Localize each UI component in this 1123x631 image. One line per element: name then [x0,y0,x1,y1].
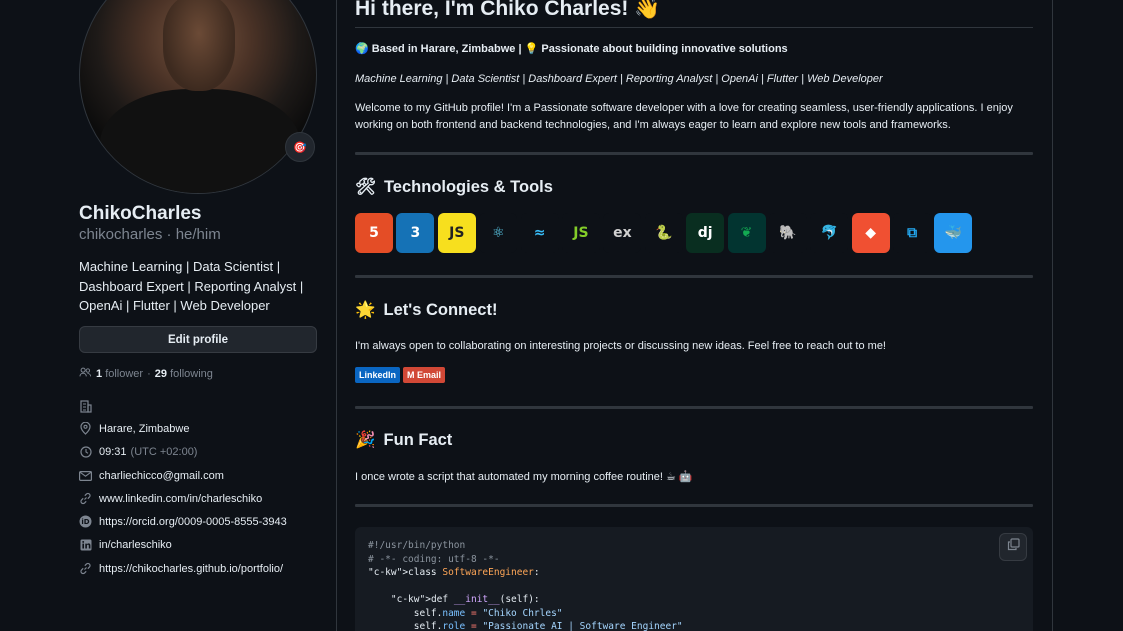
fun-fact-heading: 🎉 Fun Fact [355,430,452,450]
linkedin-item[interactable]: in/charleschiko [79,538,172,551]
avatar-shirt [100,89,300,193]
mail-icon [79,469,92,482]
star-icon: 🌟 [355,300,376,319]
django-icon: dj [686,213,725,253]
clock-icon [79,445,92,458]
sidebar-divider [336,0,337,631]
orcid-item[interactable]: iD https://orcid.org/0009-0005-8555-3943 [79,515,287,528]
email-badge[interactable]: M Email [403,367,446,383]
profile-display-name: ChikoCharles [79,203,202,224]
git-icon: ◆ [851,213,890,253]
orcid-icon: iD [79,515,92,528]
edit-profile-button[interactable]: Edit profile [79,326,317,353]
tailwind-icon: ≈ [520,213,559,253]
mongodb-icon: ❦ [727,213,766,253]
copy-icon [1007,538,1020,556]
set-status-button[interactable]: 🎯 [285,132,315,162]
website-link[interactable]: www.linkedin.com/in/charleschiko [99,493,262,505]
readme-heading: Hi there, I'm Chiko Charles! 👋 [355,0,661,20]
heading-rule [355,27,1033,28]
local-time-item: 09:31 (UTC +02:00) [79,445,197,458]
mysql-icon: 🐬 [810,213,849,253]
following-link[interactable]: 29 following [155,368,213,380]
connect-heading-text: Let's Connect! [383,300,498,319]
profile-bio: Machine Learning | Data Scientist | Dash… [79,259,304,313]
roles-text: Machine Learning | Data Scientist | Dash… [355,73,883,85]
connect-text: I'm always open to collaborating on inte… [355,340,886,352]
fun-fact-heading-text: Fun Fact [383,430,453,449]
profile-readme: Hi there, I'm Chiko Charles! 👋 🌍 Based i… [355,0,1033,631]
linkedin-badge[interactable]: LinkedIn [355,367,401,383]
section-divider [355,406,1033,409]
copy-code-button[interactable] [999,533,1027,561]
follow-stats: 1 follower · 29 following [79,367,213,381]
people-icon [79,367,92,381]
section-divider [355,504,1033,507]
tech-heading-text: Technologies & Tools [383,177,553,196]
contact-badges: LinkedIn M Email [355,367,446,383]
docker-icon: 🐳 [934,213,973,253]
connect-heading: 🌟 Let's Connect! [355,300,497,320]
avatar[interactable] [79,0,317,194]
link-icon [79,492,92,505]
email-link[interactable]: charliechicco@gmail.com [99,470,224,482]
based-in-text: 🌍 Based in Harare, Zimbabwe | 💡 Passiona… [355,43,788,55]
fun-fact-text: I once wrote a script that automated my … [355,471,693,483]
tech-icons-row: 5 3 JS ⚛ ≈ JS ex 🐍 dj ❦ 🐘 🐬 ◆ ⧉ 🐳 [355,213,973,253]
timezone-text: (UTC +02:00) [130,445,198,458]
code-content: #!/usr/bin/python # -*- coding: utf-8 -*… [368,540,683,631]
location-pin-icon [79,422,92,435]
orcid-link[interactable]: https://orcid.org/0009-0005-8555-3943 [99,516,287,528]
section-divider [355,152,1033,155]
content-border [1052,0,1053,631]
react-icon: ⚛ [479,213,518,253]
tools-icon: 🛠 [355,177,376,196]
organization-item [79,400,92,413]
code-block: #!/usr/bin/python # -*- coding: utf-8 -*… [355,527,1033,631]
linkedin-icon [79,538,92,551]
section-divider [355,275,1033,278]
location-item: Harare, Zimbabwe [79,422,189,435]
portfolio-item[interactable]: https://chikocharles.github.io/portfolio… [79,562,283,575]
portfolio-link[interactable]: https://chikocharles.github.io/portfolio… [99,563,283,575]
location-text: Harare, Zimbabwe [99,422,190,435]
email-item[interactable]: charliechicco@gmail.com [79,469,224,482]
svg-text:iD: iD [81,518,89,526]
party-popper-icon: 🎉 [355,430,376,449]
avatar-head [163,0,235,91]
welcome-text: Welcome to my GitHub profile! I'm a Pass… [355,102,1013,131]
profile-sidebar: 🎯 ChikoCharles chikocharles · he/him Mac… [0,0,337,631]
link-icon [79,562,92,575]
profile-login: chikocharles · he/him [79,226,221,243]
nodejs-icon: JS [561,213,600,253]
website-item[interactable]: www.linkedin.com/in/charleschiko [79,492,262,505]
javascript-icon: JS [437,213,476,253]
building-icon [79,400,92,413]
status-emoji: 🎯 [293,140,307,154]
vscode-icon: ⧉ [893,213,932,253]
html5-icon: 5 [355,213,393,253]
postgresql-icon: 🐘 [768,213,807,253]
css3-icon: 3 [396,213,435,253]
local-time-text: 09:31 [99,445,127,458]
tech-heading: 🛠 Technologies & Tools [355,177,553,197]
python-icon: 🐍 [644,213,683,253]
linkedin-link[interactable]: in/charleschiko [99,539,172,551]
followers-link[interactable]: 1 follower [96,368,143,380]
express-icon: ex [603,213,642,253]
